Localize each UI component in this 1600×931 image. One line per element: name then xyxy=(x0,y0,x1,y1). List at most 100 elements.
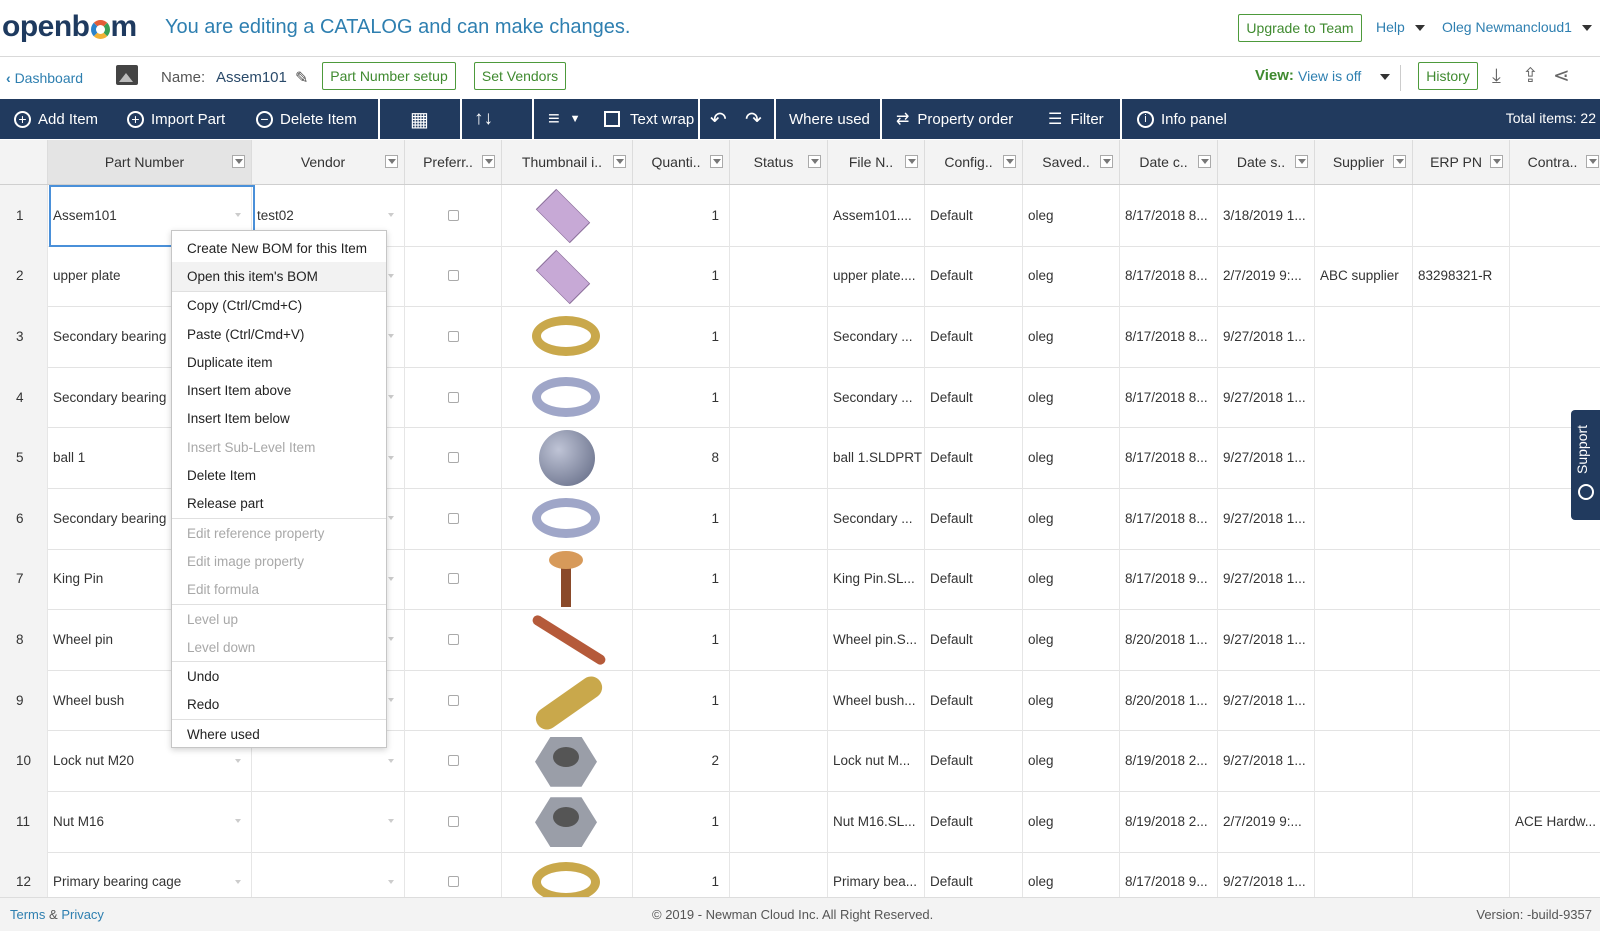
erp-cell[interactable] xyxy=(1413,851,1510,897)
dates-cell[interactable]: 9/27/2018 1... xyxy=(1218,488,1315,549)
column-filter-icon[interactable] xyxy=(1003,155,1016,168)
supplier-cell[interactable] xyxy=(1315,669,1413,731)
erp-cell[interactable] xyxy=(1413,669,1510,731)
column-header[interactable]: Preferr.. xyxy=(405,140,502,184)
import-part-button[interactable]: + Import Part xyxy=(127,99,225,139)
delete-item-button[interactable]: − Delete Item xyxy=(256,99,357,139)
datec-cell[interactable]: 8/17/2018 8... xyxy=(1120,488,1218,549)
supplier-cell[interactable] xyxy=(1315,851,1413,897)
status-cell[interactable] xyxy=(730,185,828,246)
column-header[interactable]: Quanti.. xyxy=(633,140,730,184)
config-cell[interactable]: Default xyxy=(925,488,1023,549)
share-icon[interactable]: ⋖ xyxy=(1553,63,1570,88)
thumbnail-cell[interactable] xyxy=(502,548,633,610)
thumbnail-cell[interactable] xyxy=(502,669,633,731)
contra-cell[interactable]: ACE Hardw... xyxy=(1510,791,1600,852)
dates-cell[interactable]: 9/27/2018 1... xyxy=(1218,730,1315,791)
supplier-cell[interactable] xyxy=(1315,791,1413,852)
qty-cell[interactable]: 1 xyxy=(633,548,730,610)
context-menu-item[interactable]: Create New BOM for this Item xyxy=(172,234,386,262)
column-header[interactable]: File N.. xyxy=(828,140,925,184)
supplier-cell[interactable] xyxy=(1315,548,1413,610)
file-cell[interactable]: Assem101.... xyxy=(828,185,925,246)
preferred-checkbox[interactable] xyxy=(447,876,459,888)
datec-cell[interactable]: 8/20/2018 1... xyxy=(1120,669,1218,731)
file-cell[interactable]: Secondary ... xyxy=(828,366,925,428)
erp-cell[interactable] xyxy=(1413,548,1510,610)
dates-cell[interactable]: 9/27/2018 1... xyxy=(1218,669,1315,731)
cell-dropdown-icon[interactable] xyxy=(388,698,394,703)
history-button[interactable]: History xyxy=(1418,62,1478,90)
config-cell[interactable]: Default xyxy=(925,427,1023,488)
status-cell[interactable] xyxy=(730,366,828,428)
status-cell[interactable] xyxy=(730,488,828,549)
supplier-cell[interactable] xyxy=(1315,185,1413,246)
thumbnail-cell[interactable] xyxy=(502,730,633,791)
dashboard-link[interactable]: ‹ Dashboard xyxy=(6,70,83,86)
pn-cell[interactable]: Primary bearing cage xyxy=(48,851,252,897)
preferred-checkbox[interactable] xyxy=(447,573,459,585)
status-cell[interactable] xyxy=(730,851,828,897)
cell-dropdown-icon[interactable] xyxy=(235,758,241,763)
erp-cell[interactable] xyxy=(1413,730,1510,791)
sort-arrows-icon[interactable]: ↑↓ xyxy=(474,99,493,139)
contra-cell[interactable] xyxy=(1510,609,1600,670)
table-row[interactable]: 11 Nut M16 1 Nut M16.SL... Default oleg 8/19/2… xyxy=(0,791,1600,853)
context-menu-item[interactable]: Release part xyxy=(172,490,386,518)
column-filter-icon[interactable] xyxy=(1100,155,1113,168)
context-menu-item[interactable]: Redo xyxy=(172,691,386,719)
thumbnail-cell[interactable] xyxy=(502,185,633,246)
status-cell[interactable] xyxy=(730,609,828,670)
preferred-checkbox-cell[interactable] xyxy=(405,851,502,897)
saved-cell[interactable]: oleg xyxy=(1023,306,1120,367)
contra-cell[interactable] xyxy=(1510,306,1600,367)
datec-cell[interactable]: 8/19/2018 2... xyxy=(1120,791,1218,852)
qty-cell[interactable]: 1 xyxy=(633,669,730,731)
preferred-checkbox-cell[interactable] xyxy=(405,548,502,610)
datec-cell[interactable]: 8/17/2018 8... xyxy=(1120,306,1218,367)
config-cell[interactable]: Default xyxy=(925,185,1023,246)
cell-dropdown-icon[interactable] xyxy=(388,819,394,824)
config-cell[interactable]: Default xyxy=(925,851,1023,897)
cell-dropdown-icon[interactable] xyxy=(388,213,394,218)
redo-icon[interactable]: ↷ xyxy=(745,99,762,139)
pencil-icon[interactable]: ✎ xyxy=(295,68,308,88)
config-cell[interactable]: Default xyxy=(925,306,1023,367)
preferred-checkbox-cell[interactable] xyxy=(405,366,502,428)
column-header[interactable]: Vendor xyxy=(252,140,405,184)
context-menu-item[interactable]: Insert Item above xyxy=(172,376,386,404)
preferred-checkbox[interactable] xyxy=(447,209,459,221)
column-filter-icon[interactable] xyxy=(808,155,821,168)
text-wrap-toggle[interactable]: Text wrap xyxy=(604,99,694,139)
saved-cell[interactable]: oleg xyxy=(1023,488,1120,549)
column-filter-icon[interactable] xyxy=(482,155,495,168)
column-filter-icon[interactable] xyxy=(1295,155,1308,168)
cell-dropdown-icon[interactable] xyxy=(388,879,394,884)
saved-cell[interactable]: oleg xyxy=(1023,185,1120,246)
column-filter-icon[interactable] xyxy=(1198,155,1211,168)
thumbnail-cell[interactable] xyxy=(502,791,633,852)
preferred-checkbox[interactable] xyxy=(447,512,459,524)
property-order-button[interactable]: ⇄ Property order xyxy=(896,99,1013,139)
preferred-checkbox[interactable] xyxy=(447,633,459,645)
erp-cell[interactable] xyxy=(1413,609,1510,670)
preferred-checkbox-cell[interactable] xyxy=(405,730,502,791)
preferred-checkbox-cell[interactable] xyxy=(405,609,502,670)
context-menu-item[interactable]: Insert Item below xyxy=(172,405,386,433)
image-icon[interactable] xyxy=(116,65,138,85)
column-header[interactable]: Config.. xyxy=(925,140,1023,184)
contra-cell[interactable] xyxy=(1510,852,1600,897)
chevron-down-icon[interactable] xyxy=(1380,74,1390,80)
context-menu-item[interactable]: Where used xyxy=(172,719,386,748)
saved-cell[interactable]: oleg xyxy=(1023,730,1120,791)
part-number-setup-button[interactable]: Part Number setup xyxy=(322,62,456,90)
file-cell[interactable]: Lock nut M... xyxy=(828,730,925,791)
erp-cell[interactable] xyxy=(1413,185,1510,246)
cell-dropdown-icon[interactable] xyxy=(388,516,394,521)
cell-dropdown-icon[interactable] xyxy=(388,576,394,581)
table-row[interactable]: 12 Primary bearing cage 1 Primary bea... Def… xyxy=(0,851,1600,897)
config-cell[interactable]: Default xyxy=(925,548,1023,610)
dates-cell[interactable]: 3/18/2019 1... xyxy=(1218,185,1315,246)
add-item-button[interactable]: + Add Item xyxy=(14,99,98,139)
help-menu[interactable]: Help xyxy=(1376,19,1425,35)
